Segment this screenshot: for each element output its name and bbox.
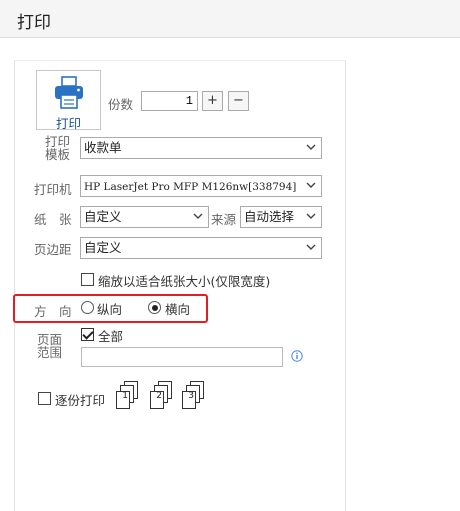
printer-label: 打印机 bbox=[34, 182, 72, 197]
collate-page-3: 3 bbox=[182, 391, 196, 409]
copies-input[interactable] bbox=[141, 91, 198, 111]
portrait-label: 纵向 bbox=[97, 302, 123, 317]
paper-select[interactable]: 自定义 bbox=[80, 206, 209, 228]
copies-label: 份数 bbox=[108, 97, 134, 112]
scale-fit-checkbox[interactable] bbox=[81, 273, 94, 286]
all-pages-checkbox[interactable] bbox=[81, 328, 94, 341]
page-range-input[interactable] bbox=[81, 347, 283, 367]
margin-select-value: 自定义 bbox=[84, 240, 122, 255]
collate-preview: 1 2 3 bbox=[116, 381, 226, 423]
orientation-label: 方 向 bbox=[34, 304, 72, 319]
template-select[interactable]: 收款单 bbox=[80, 137, 322, 159]
margin-label: 页边距 bbox=[34, 242, 72, 257]
chevron-down-icon bbox=[306, 244, 316, 250]
margin-select[interactable]: 自定义 bbox=[80, 237, 322, 259]
paper-source-label: 来源 bbox=[211, 212, 237, 227]
template-label-line2: 模板 bbox=[45, 147, 71, 162]
page-range-label-line2: 范围 bbox=[37, 345, 63, 360]
printer-icon bbox=[55, 76, 83, 109]
landscape-radio[interactable] bbox=[148, 301, 161, 314]
landscape-label: 横向 bbox=[165, 302, 191, 317]
chevron-down-icon bbox=[193, 213, 203, 219]
collate-label: 逐份打印 bbox=[55, 393, 106, 408]
template-select-value: 收款单 bbox=[84, 140, 122, 155]
title-bar: 打印 bbox=[0, 0, 460, 38]
chevron-down-icon bbox=[306, 182, 316, 188]
paper-source-value: 自动选择 bbox=[244, 209, 295, 224]
collate-page-2: 2 bbox=[150, 391, 164, 409]
collate-page-1: 1 bbox=[116, 391, 130, 409]
printer-select[interactable]: HP LaserJet Pro MFP M126nw[338794] bbox=[80, 175, 322, 197]
portrait-radio[interactable] bbox=[81, 301, 94, 314]
chevron-down-icon bbox=[306, 144, 316, 150]
copies-decrease-button[interactable]: − bbox=[228, 91, 249, 111]
all-pages-label: 全部 bbox=[98, 329, 124, 344]
scale-fit-label: 缩放以适合纸张大小(仅限宽度) bbox=[98, 274, 271, 289]
copies-increase-button[interactable]: + bbox=[202, 91, 223, 111]
print-button-label: 打印 bbox=[55, 116, 81, 131]
paper-select-value: 自定义 bbox=[84, 209, 122, 224]
paper-source-select[interactable]: 自动选择 bbox=[240, 206, 322, 228]
window-title: 打印 bbox=[17, 13, 51, 33]
printer-select-value: HP LaserJet Pro MFP M126nw[338794] bbox=[84, 181, 297, 193]
print-button[interactable]: 打印 bbox=[36, 70, 101, 131]
chevron-down-icon bbox=[306, 213, 316, 219]
info-icon[interactable] bbox=[291, 350, 303, 362]
paper-label: 纸 张 bbox=[34, 212, 72, 227]
collate-checkbox[interactable] bbox=[38, 392, 51, 405]
